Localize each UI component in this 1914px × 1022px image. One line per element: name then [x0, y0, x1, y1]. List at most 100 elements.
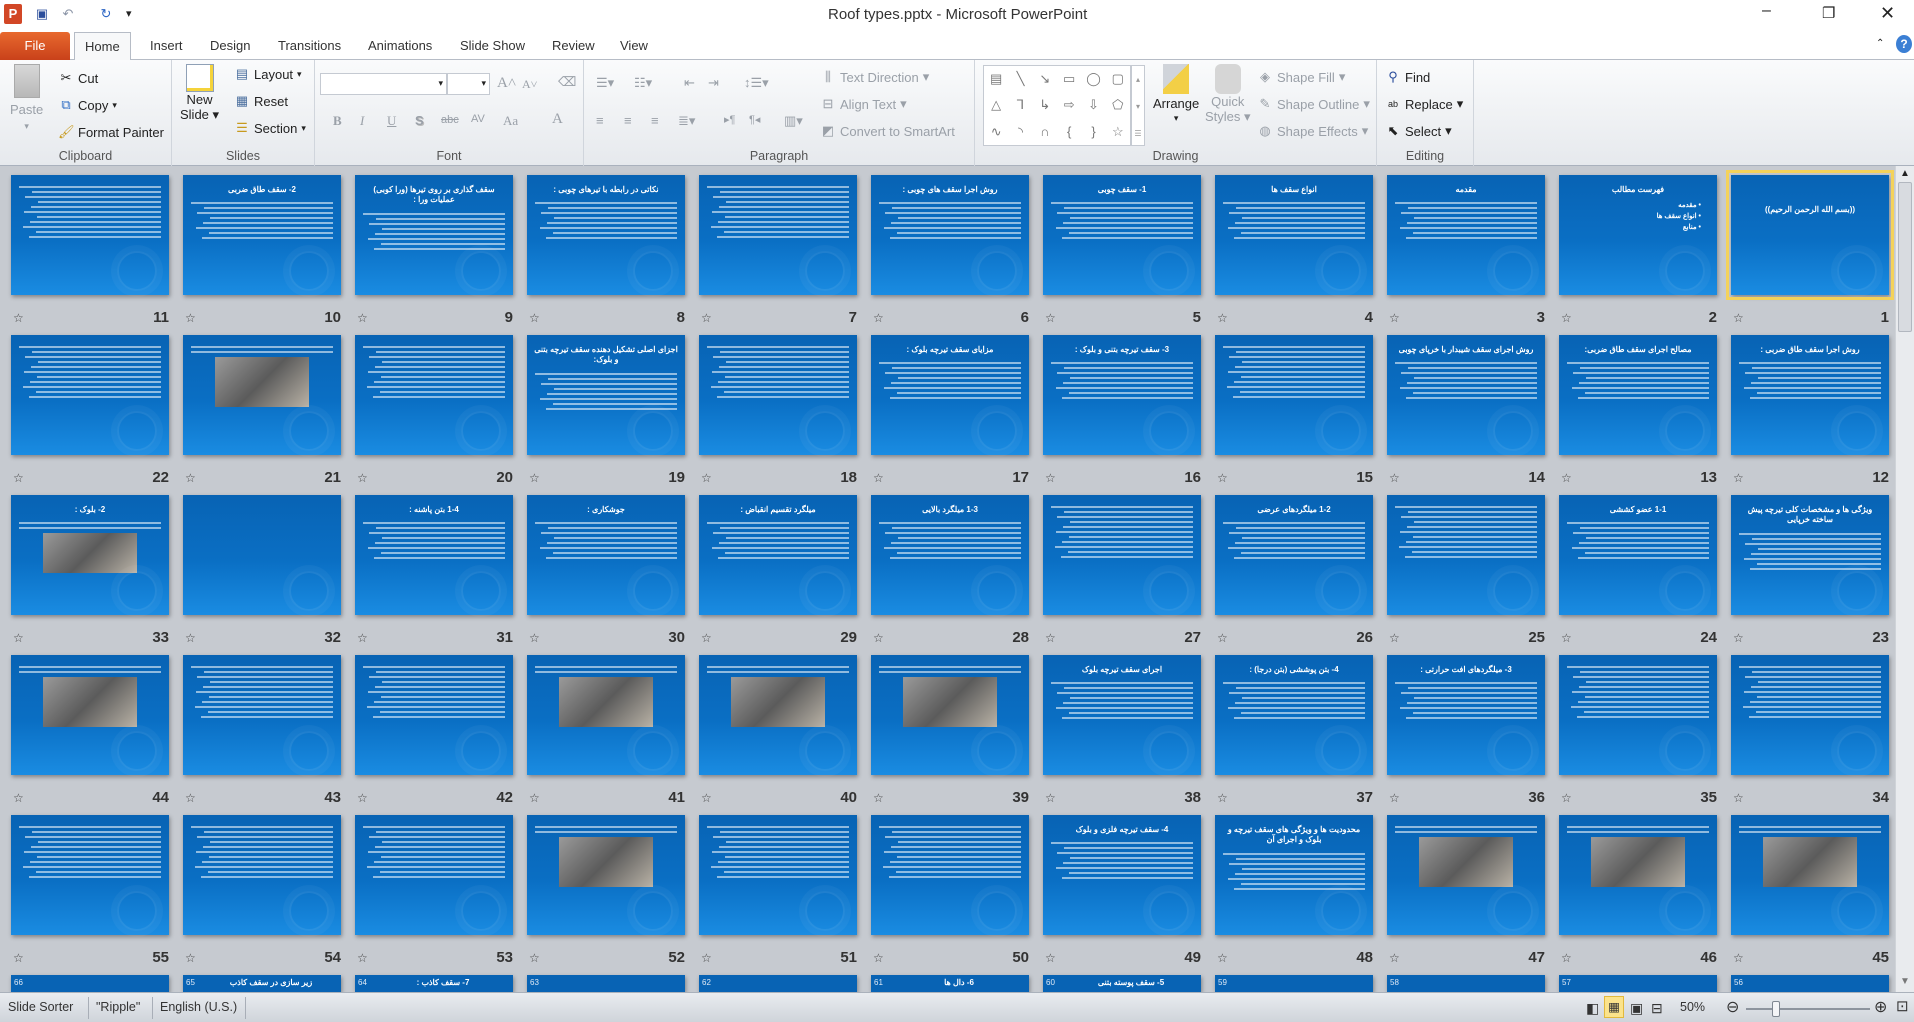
- transition-star-icon[interactable]: ☆: [1389, 471, 1400, 485]
- format-painter-button[interactable]: 🖌 Format Painter: [58, 124, 164, 140]
- close-button[interactable]: ✕: [1880, 3, 1895, 24]
- transition-star-icon[interactable]: ☆: [1733, 951, 1744, 965]
- shape-option[interactable]: ╲: [1017, 71, 1025, 87]
- slide-thumbnail[interactable]: 1-2 میلگردهای عرضی: [1215, 495, 1373, 615]
- slide-thumbnail[interactable]: [871, 655, 1029, 775]
- shape-option[interactable]: ◝: [1018, 124, 1023, 140]
- tab-review[interactable]: Review: [542, 32, 605, 60]
- slide-thumbnail[interactable]: [11, 335, 169, 455]
- slide-thumbnail[interactable]: 5- سقف پوسته بتنی 60: [1043, 975, 1201, 992]
- slide-thumbnail[interactable]: [1559, 655, 1717, 775]
- cut-button[interactable]: ✂ Cut: [58, 70, 99, 86]
- zoom-in-button[interactable]: ⊕: [1874, 997, 1887, 1017]
- grow-font-button[interactable]: A˄: [497, 75, 516, 92]
- tab-file[interactable]: File: [0, 32, 70, 60]
- slide-thumbnail[interactable]: 4- سقف تیرچه فلزی و بلوک: [1043, 815, 1201, 935]
- slide-thumbnail[interactable]: 1-4 بتن پاشنه :: [355, 495, 513, 615]
- shape-option[interactable]: ↳: [1039, 97, 1050, 113]
- shape-option[interactable]: {: [1067, 124, 1071, 139]
- transition-star-icon[interactable]: ☆: [185, 951, 196, 965]
- slide-thumbnail[interactable]: [183, 655, 341, 775]
- slide-thumbnail[interactable]: اجزای اصلی تشکیل دهنده سقف تیرچه بتنی و …: [527, 335, 685, 455]
- slide-thumbnail[interactable]: [1731, 815, 1889, 935]
- slide-thumbnail[interactable]: مقدمه: [1387, 175, 1545, 295]
- transition-star-icon[interactable]: ☆: [1217, 471, 1228, 485]
- slide-thumbnail[interactable]: [1387, 495, 1545, 615]
- transition-star-icon[interactable]: ☆: [185, 791, 196, 805]
- justify-icon[interactable]: ≣▾: [678, 113, 695, 129]
- slide-thumbnail[interactable]: [699, 335, 857, 455]
- slide-thumbnail[interactable]: [355, 655, 513, 775]
- transition-star-icon[interactable]: ☆: [1217, 631, 1228, 645]
- transition-star-icon[interactable]: ☆: [701, 791, 712, 805]
- transition-star-icon[interactable]: ☆: [357, 951, 368, 965]
- transition-star-icon[interactable]: ☆: [1389, 311, 1400, 325]
- shape-option[interactable]: ▤: [990, 71, 1002, 87]
- quick-styles-button[interactable]: Quick Styles ▾: [1205, 64, 1251, 125]
- slide-thumbnail[interactable]: مزایای سقف تیرچه بلوک :: [871, 335, 1029, 455]
- slide-thumbnail[interactable]: میلگرد تقسیم انقباض :: [699, 495, 857, 615]
- copy-button[interactable]: ⧉ Copy ▾: [58, 97, 117, 113]
- zoom-slider-thumb[interactable]: [1772, 1001, 1780, 1017]
- clear-formatting-icon[interactable]: ⌫: [558, 74, 576, 90]
- zoom-level[interactable]: 50%: [1680, 1000, 1705, 1014]
- transition-star-icon[interactable]: ☆: [1733, 631, 1744, 645]
- transition-star-icon[interactable]: ☆: [1045, 951, 1056, 965]
- shadow-button[interactable]: S: [415, 113, 424, 128]
- shape-effects-button[interactable]: ◍ Shape Effects ▾: [1257, 123, 1368, 139]
- transition-star-icon[interactable]: ☆: [1733, 791, 1744, 805]
- transition-star-icon[interactable]: ☆: [13, 951, 24, 965]
- transition-star-icon[interactable]: ☆: [1389, 951, 1400, 965]
- align-right-icon[interactable]: ≡: [651, 113, 659, 128]
- transition-star-icon[interactable]: ☆: [701, 311, 712, 325]
- tab-view[interactable]: View: [610, 32, 658, 60]
- slide-thumbnail[interactable]: 1- سقف چوبی: [1043, 175, 1201, 295]
- find-button[interactable]: ⚲ Find: [1385, 69, 1430, 85]
- slide-thumbnail[interactable]: [1731, 655, 1889, 775]
- powerpoint-icon[interactable]: P: [4, 4, 22, 24]
- transition-star-icon[interactable]: ☆: [873, 951, 884, 965]
- undo-icon[interactable]: ↶: [60, 6, 76, 22]
- slide-thumbnail[interactable]: 2- بلوک :: [11, 495, 169, 615]
- slide-sorter-view-icon[interactable]: ▦: [1604, 996, 1624, 1018]
- align-left-icon[interactable]: ≡: [596, 113, 604, 128]
- right-to-left-icon[interactable]: ¶◂: [749, 113, 760, 126]
- slide-thumbnail[interactable]: [355, 815, 513, 935]
- transition-star-icon[interactable]: ☆: [1389, 791, 1400, 805]
- minimize-button[interactable]: –: [1762, 2, 1771, 20]
- transition-star-icon[interactable]: ☆: [873, 471, 884, 485]
- slide-thumbnail[interactable]: 3- میلگردهای افت حرارتی :: [1387, 655, 1545, 775]
- strikethrough-button[interactable]: abc: [441, 114, 459, 126]
- slide-thumbnail[interactable]: [11, 175, 169, 295]
- shape-option[interactable]: ◯: [1086, 71, 1101, 87]
- transition-star-icon[interactable]: ☆: [185, 311, 196, 325]
- new-slide-button[interactable]: New Slide ▾: [180, 64, 219, 123]
- transition-star-icon[interactable]: ☆: [357, 631, 368, 645]
- transition-star-icon[interactable]: ☆: [1561, 311, 1572, 325]
- transition-star-icon[interactable]: ☆: [13, 791, 24, 805]
- transition-star-icon[interactable]: ☆: [873, 791, 884, 805]
- shape-option[interactable]: ∿: [991, 124, 1002, 140]
- tab-animations[interactable]: Animations: [358, 32, 442, 60]
- slide-thumbnail[interactable]: نکاتی در رابطه با تیرهای چوبی :: [527, 175, 685, 295]
- slide-thumbnail[interactable]: 6- دال ها 61: [871, 975, 1029, 992]
- transition-star-icon[interactable]: ☆: [1389, 631, 1400, 645]
- shape-option[interactable]: △: [991, 97, 1001, 113]
- shape-outline-button[interactable]: ✎ Shape Outline ▾: [1257, 96, 1370, 112]
- slide-thumbnail[interactable]: 4- بتن پوششی (بتن درجا) :: [1215, 655, 1373, 775]
- align-center-icon[interactable]: ≡: [624, 113, 632, 128]
- font-size-input[interactable]: ▾: [447, 73, 490, 95]
- restore-button[interactable]: ❐: [1822, 4, 1835, 22]
- minimize-ribbon-icon[interactable]: ⌃: [1876, 38, 1884, 49]
- slide-thumbnail[interactable]: [183, 815, 341, 935]
- tab-home[interactable]: Home: [74, 32, 131, 61]
- transition-star-icon[interactable]: ☆: [1733, 471, 1744, 485]
- transition-star-icon[interactable]: ☆: [357, 311, 368, 325]
- paste-button[interactable]: Paste ▾: [10, 64, 43, 132]
- slide-thumbnail[interactable]: 58: [1387, 975, 1545, 992]
- slide-thumbnail[interactable]: 59: [1215, 975, 1373, 992]
- columns-icon[interactable]: ▥▾: [784, 113, 803, 129]
- zoom-slider[interactable]: [1746, 1001, 1870, 1017]
- transition-star-icon[interactable]: ☆: [185, 471, 196, 485]
- slide-thumbnail[interactable]: [1043, 495, 1201, 615]
